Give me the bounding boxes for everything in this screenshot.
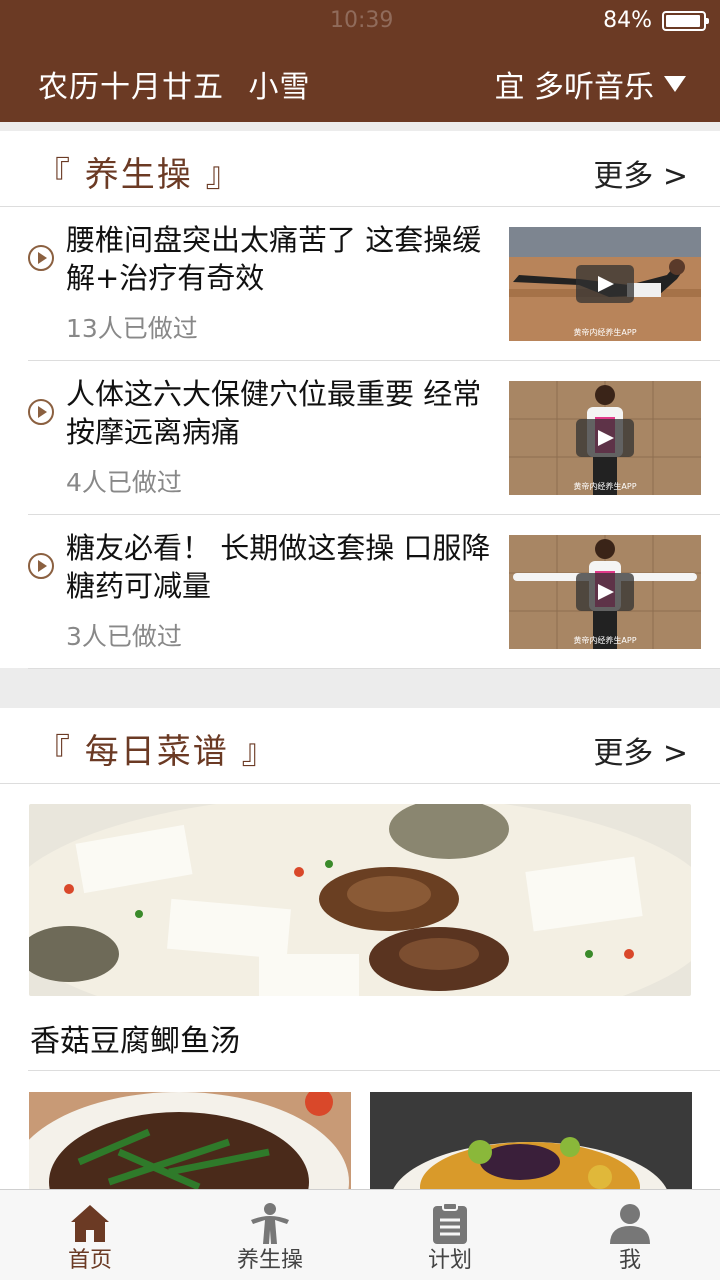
recipe-thumbnail[interactable] <box>370 1092 692 1189</box>
featured-recipe-image[interactable] <box>29 804 691 996</box>
exercise-section: 『 养生操 』 更多 > 腰椎间盘突出太痛苦了 这套操缓解+治疗有奇效 13人已… <box>0 131 720 669</box>
app-header: 10:39 84% 农历十月廿五 小雪 宜 多听音乐 <box>0 0 720 122</box>
exercise-item[interactable]: 人体这六大保健穴位最重要 经常按摩远离病痛 4人已做过 黄帝内经养生APP <box>28 361 720 515</box>
featured-recipe-name[interactable]: 香菇豆腐鲫鱼汤 <box>30 1016 240 1060</box>
tab-me[interactable]: 我 <box>540 1190 720 1280</box>
play-circle-icon <box>28 245 54 271</box>
user-icon <box>610 1204 650 1244</box>
date-info: 农历十月廿五 小雪 <box>38 62 311 106</box>
chevron-down-icon <box>664 76 686 92</box>
exercise-title: 人体这六大保健穴位最重要 经常按摩远离病痛 <box>66 377 482 449</box>
recipe-more-link[interactable]: 更多 > <box>593 728 688 772</box>
exercise-count: 3人已做过 <box>66 622 182 651</box>
bottom-tab-bar: 首页 养生操 计划 我 <box>0 1189 720 1280</box>
clipboard-icon <box>433 1202 467 1244</box>
home-icon <box>71 1205 109 1242</box>
exercise-title: 腰椎间盘突出太痛苦了 这套操缓解+治疗有奇效 <box>66 223 482 295</box>
daily-suggestion-dropdown[interactable]: 宜 多听音乐 <box>494 62 686 106</box>
tab-label: 首页 <box>67 1248 112 1273</box>
video-play-icon <box>576 265 634 303</box>
exercise-icon <box>251 1203 289 1244</box>
recipe-thumbnail[interactable] <box>29 1092 351 1189</box>
tab-label: 养生操 <box>236 1248 303 1273</box>
eggplant-dish-image <box>370 1092 692 1189</box>
status-bar: 84% <box>603 8 709 33</box>
thumbnail-watermark: 黄帝内经养生APP <box>573 636 637 645</box>
exercise-section-title: 『 养生操 』 <box>36 155 242 195</box>
recipe-section-header: 『 每日菜谱 』 更多 > <box>0 708 720 784</box>
exercise-section-header: 『 养生操 』 更多 > <box>0 131 720 207</box>
video-thumbnail[interactable]: 黄帝内经养生APP <box>509 381 701 495</box>
exercise-count: 4人已做过 <box>66 468 182 497</box>
exercise-item[interactable]: 腰椎间盘突出太痛苦了 这套操缓解+治疗有奇效 13人已做过 黄帝内经养生APP <box>28 207 720 361</box>
tab-plan[interactable]: 计划 <box>360 1190 540 1280</box>
recipe-section-title: 『 每日菜谱 』 <box>36 732 278 772</box>
video-thumbnail[interactable]: 黄帝内经养生APP <box>509 227 701 341</box>
play-circle-icon <box>28 553 54 579</box>
thumbnail-watermark: 黄帝内经养生APP <box>573 328 637 337</box>
exercise-title: 糖友必看！ 长期做这套操 口服降糖药可减量 <box>66 531 491 603</box>
tab-home[interactable]: 首页 <box>0 1190 180 1280</box>
tab-label: 计划 <box>427 1248 472 1273</box>
lunar-date: 农历十月廿五 <box>38 70 224 105</box>
daily-suggestion: 宜 多听音乐 <box>494 70 654 105</box>
battery-icon <box>662 10 709 31</box>
tab-label: 我 <box>618 1248 641 1273</box>
recipe-section: 『 每日菜谱 』 更多 > 香菇豆腐鲫鱼汤 <box>0 708 720 1189</box>
thumbnail-watermark: 黄帝内经养生APP <box>573 482 637 491</box>
soup-illustration <box>29 804 691 996</box>
battery-percent: 84% <box>603 8 652 33</box>
tab-exercise[interactable]: 养生操 <box>180 1190 360 1280</box>
divider <box>28 1070 720 1071</box>
video-play-icon <box>576 419 634 457</box>
status-time: 10:39 <box>330 8 394 33</box>
exercise-count: 13人已做过 <box>66 314 198 343</box>
stir-fry-image <box>29 1092 351 1189</box>
solar-term: 小雪 <box>248 70 311 105</box>
exercise-more-link[interactable]: 更多 > <box>593 151 688 195</box>
video-play-icon <box>576 573 634 611</box>
exercise-item[interactable]: 糖友必看！ 长期做这套操 口服降糖药可减量 3人已做过 黄帝内经养生APP <box>28 515 720 669</box>
play-circle-icon <box>28 399 54 425</box>
video-thumbnail[interactable]: 黄帝内经养生APP <box>509 535 701 649</box>
